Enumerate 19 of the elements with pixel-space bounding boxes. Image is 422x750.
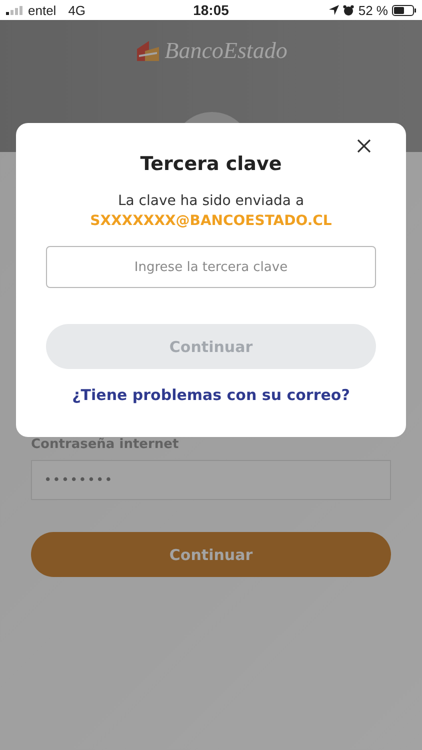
password-field[interactable]: •••••••• xyxy=(31,460,391,500)
logo-icon xyxy=(134,39,161,63)
carrier-name: entel xyxy=(28,2,56,18)
alarm-clock-icon xyxy=(343,4,354,16)
network-type: 4G xyxy=(68,2,86,18)
clock-time: 18:05 xyxy=(193,2,229,18)
code-input-field[interactable]: Ingrese la tercera clave xyxy=(46,246,376,288)
field-label: Contraseña internet xyxy=(31,437,180,454)
help-link[interactable]: ¿Tiene problemas con su correo? xyxy=(72,386,350,404)
close-icon[interactable] xyxy=(357,139,371,153)
continue-button[interactable]: Continuar xyxy=(31,532,391,577)
dialog-title: Tercera clave xyxy=(140,153,282,175)
dialog-message: La clave ha sido enviada a xyxy=(118,193,304,209)
email-address: SXXXXXXX@BANCOESTADO.CL xyxy=(90,213,332,229)
battery-percent: 52 % xyxy=(358,2,388,18)
battery-icon xyxy=(392,4,416,16)
location-arrow-icon xyxy=(329,5,340,15)
logo-text: BancoEstado xyxy=(164,38,288,64)
signal-icon xyxy=(6,6,24,14)
